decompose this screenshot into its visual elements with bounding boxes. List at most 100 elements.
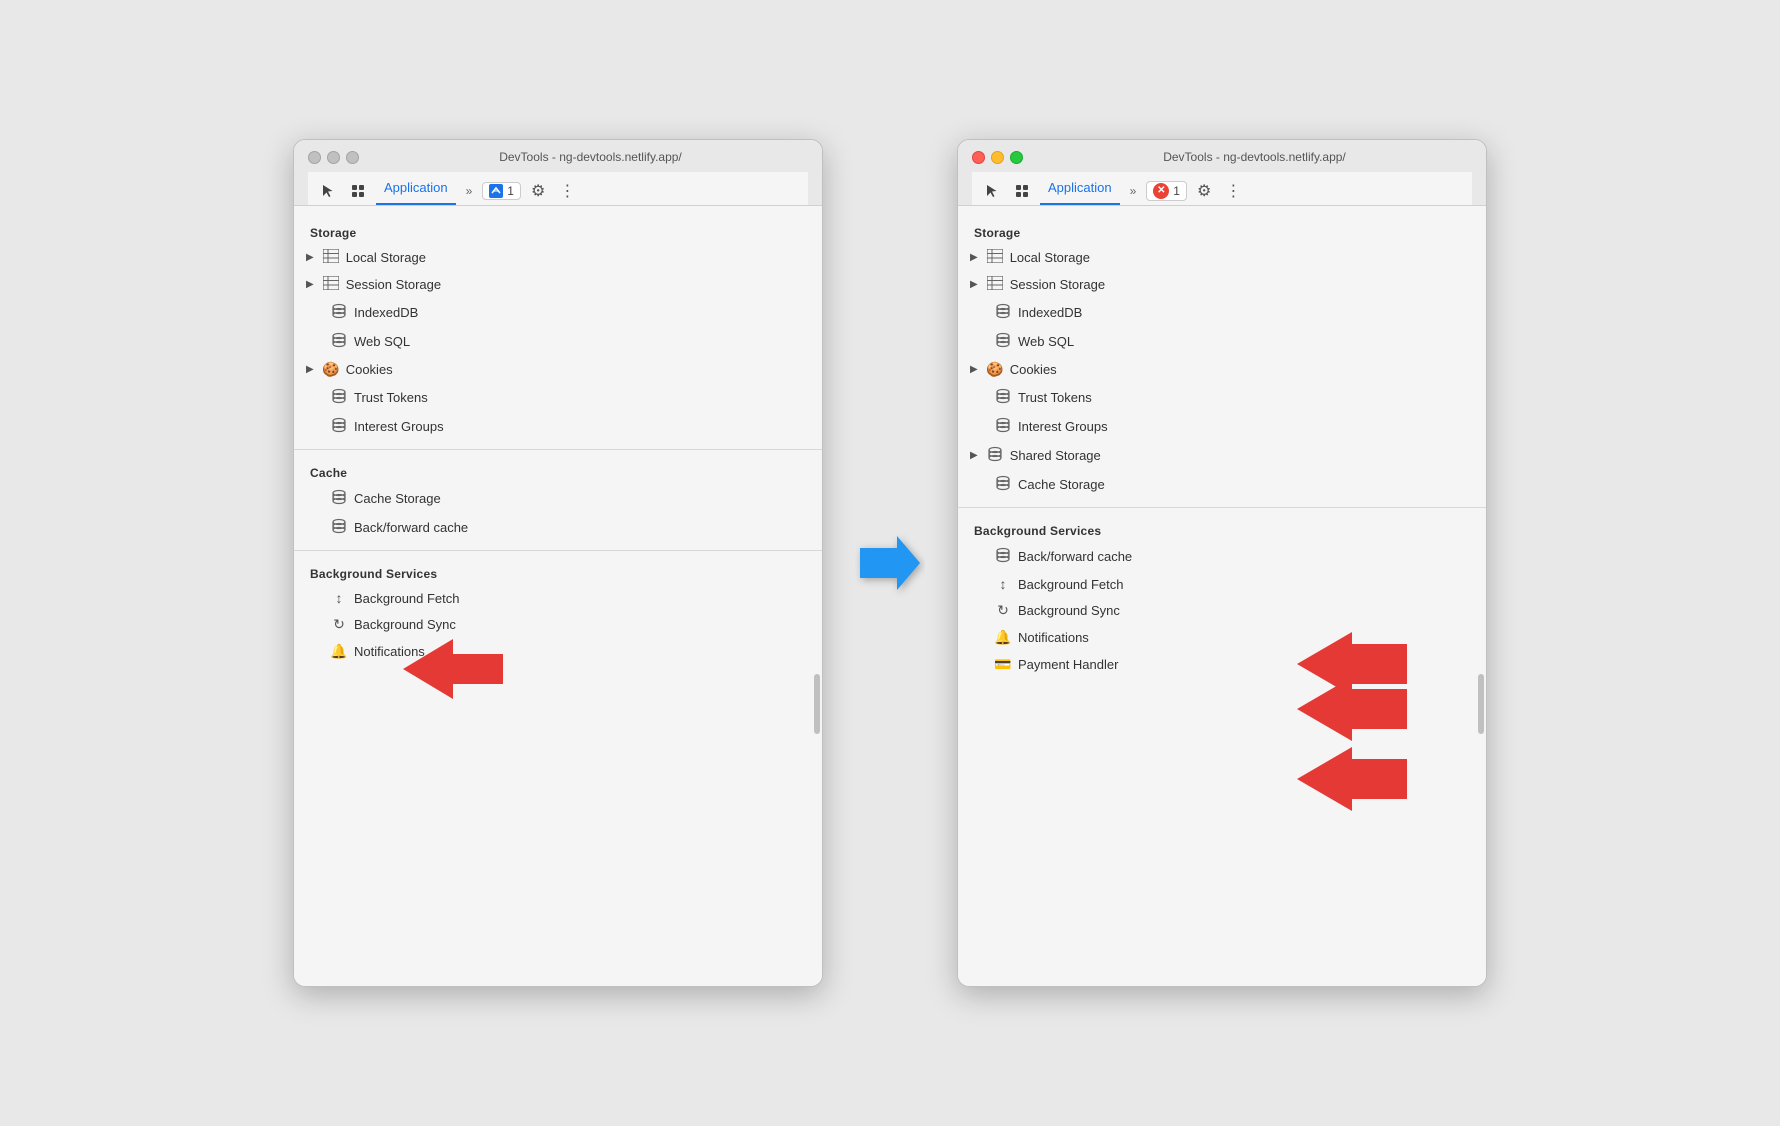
right-session-storage-icon [986, 276, 1004, 293]
right-back-forward-icon [994, 547, 1012, 566]
left-bg-fetch-label: Background Fetch [354, 591, 460, 606]
left-trust-tokens-icon [330, 388, 348, 407]
left-back-forward-item[interactable]: Back/forward cache [294, 513, 822, 542]
left-bg-sync-item[interactable]: ↻ Background Sync [294, 611, 822, 638]
left-local-storage-item[interactable]: ▶ Local Storage [294, 244, 822, 271]
right-maximize-button[interactable] [1010, 151, 1023, 164]
left-cookies-item[interactable]: ▶ 🍪 Cookies [294, 356, 822, 383]
right-shared-storage-item[interactable]: ▶ Shared Storage [958, 441, 1486, 470]
right-bg-fetch-item[interactable]: ↕ Background Fetch [958, 571, 1486, 597]
right-bg-sync-label: Background Sync [1018, 603, 1120, 618]
left-trust-tokens-item[interactable]: Trust Tokens [294, 383, 822, 412]
right-interest-groups-item[interactable]: Interest Groups [958, 412, 1486, 441]
right-local-storage-item[interactable]: ▶ Local Storage [958, 244, 1486, 271]
right-indexeddb-icon [994, 303, 1012, 322]
right-bg-services-label: Background Services [958, 516, 1486, 542]
left-web-sql-item[interactable]: Web SQL [294, 327, 822, 356]
left-back-forward-label: Back/forward cache [354, 520, 468, 535]
left-notifications-label: Notifications [354, 644, 425, 659]
left-layers-icon[interactable] [346, 179, 370, 203]
left-trust-tokens-label: Trust Tokens [354, 390, 428, 405]
right-title-bar: DevTools - ng-devtools.netlify.app/ Appl… [958, 140, 1486, 206]
left-window-container: DevTools - ng-devtools.netlify.app/ Appl… [293, 139, 823, 987]
right-scrollbar[interactable] [1476, 206, 1484, 986]
right-bg-sync-item[interactable]: ↻ Background Sync [958, 597, 1486, 624]
left-scrollbar-thumb[interactable] [814, 674, 820, 734]
right-chevron-icon[interactable]: » [1126, 182, 1141, 200]
right-traffic-lights [972, 151, 1023, 164]
right-cursor-icon[interactable] [980, 179, 1004, 203]
right-interest-groups-label: Interest Groups [1018, 419, 1108, 434]
right-back-forward-label: Back/forward cache [1018, 549, 1132, 564]
right-cookies-arrow: ▶ [970, 364, 978, 375]
right-scrollbar-thumb[interactable] [1478, 674, 1484, 734]
left-bg-sync-icon: ↻ [330, 616, 348, 633]
right-trust-tokens-item[interactable]: Trust Tokens [958, 383, 1486, 412]
left-session-storage-label: Session Storage [346, 277, 441, 292]
right-session-storage-arrow: ▶ [970, 279, 978, 290]
right-layers-icon[interactable] [1010, 179, 1034, 203]
left-local-storage-label: Local Storage [346, 250, 426, 265]
right-local-storage-arrow: ▶ [970, 252, 978, 263]
right-gear-icon[interactable]: ⚙ [1193, 179, 1215, 203]
left-cookies-icon: 🍪 [322, 361, 340, 378]
right-notifications-label: Notifications [1018, 630, 1089, 645]
right-payment-handler-item[interactable]: 💳 Payment Handler [958, 651, 1486, 678]
left-close-button[interactable] [308, 151, 321, 164]
left-gear-icon[interactable]: ⚙ [527, 179, 549, 203]
left-application-tab[interactable]: Application [376, 176, 456, 205]
right-trust-tokens-label: Trust Tokens [1018, 390, 1092, 405]
left-cookies-arrow: ▶ [306, 364, 314, 375]
right-cache-storage-icon [994, 475, 1012, 494]
left-window-title: DevTools - ng-devtools.netlify.app/ [373, 150, 808, 164]
left-indexeddb-item[interactable]: IndexedDB [294, 298, 822, 327]
right-session-storage-item[interactable]: ▶ Session Storage [958, 271, 1486, 298]
left-indexeddb-icon [330, 303, 348, 322]
left-badge[interactable]: 1 [482, 182, 521, 200]
right-indexeddb-label: IndexedDB [1018, 305, 1082, 320]
right-shared-storage-label: Shared Storage [1010, 448, 1101, 463]
left-bg-fetch-item[interactable]: ↕ Background Fetch [294, 585, 822, 611]
left-cache-storage-label: Cache Storage [354, 491, 441, 506]
left-web-sql-icon [330, 332, 348, 351]
left-cache-storage-item[interactable]: Cache Storage [294, 484, 822, 513]
right-close-button[interactable] [972, 151, 985, 164]
right-notifications-item[interactable]: 🔔 Notifications [958, 624, 1486, 651]
right-minimize-button[interactable] [991, 151, 1004, 164]
right-window-title: DevTools - ng-devtools.netlify.app/ [1037, 150, 1472, 164]
left-title-bar: DevTools - ng-devtools.netlify.app/ Appl… [294, 140, 822, 206]
left-title-bar-top: DevTools - ng-devtools.netlify.app/ [308, 150, 808, 164]
left-maximize-button[interactable] [346, 151, 359, 164]
right-dots-icon[interactable]: ⋮ [1221, 179, 1245, 203]
left-dots-icon[interactable]: ⋮ [555, 179, 579, 203]
left-bg-fetch-icon: ↕ [330, 590, 348, 606]
right-cookies-item[interactable]: ▶ 🍪 Cookies [958, 356, 1486, 383]
right-badge-count: 1 [1173, 184, 1180, 198]
right-cookies-icon: 🍪 [986, 361, 1004, 378]
right-devtools-window: DevTools - ng-devtools.netlify.app/ Appl… [957, 139, 1487, 987]
left-chevron-icon[interactable]: » [462, 182, 477, 200]
right-back-forward-item[interactable]: Back/forward cache [958, 542, 1486, 571]
right-bg-fetch-label: Background Fetch [1018, 577, 1124, 592]
right-indexeddb-item[interactable]: IndexedDB [958, 298, 1486, 327]
right-badge[interactable]: ✕ 1 [1146, 181, 1187, 201]
right-application-tab[interactable]: Application [1040, 176, 1120, 205]
right-cache-storage-item[interactable]: Cache Storage [958, 470, 1486, 499]
right-bg-fetch-icon: ↕ [994, 576, 1012, 592]
left-bg-services-label: Background Services [294, 559, 822, 585]
left-session-storage-item[interactable]: ▶ Session Storage [294, 271, 822, 298]
left-storage-label: Storage [294, 218, 822, 244]
left-divider-1 [294, 449, 822, 450]
left-minimize-button[interactable] [327, 151, 340, 164]
left-interest-groups-icon [330, 417, 348, 436]
left-toolbar: Application » 1 ⚙ ⋮ [308, 172, 808, 205]
blue-arrow-connector [855, 528, 925, 598]
left-scrollbar[interactable] [812, 206, 820, 986]
left-notifications-item[interactable]: 🔔 Notifications [294, 638, 822, 665]
right-payment-handler-label: Payment Handler [1018, 657, 1118, 672]
left-cache-label: Cache [294, 458, 822, 484]
left-notifications-icon: 🔔 [330, 643, 348, 660]
left-cursor-icon[interactable] [316, 179, 340, 203]
left-interest-groups-item[interactable]: Interest Groups [294, 412, 822, 441]
right-web-sql-item[interactable]: Web SQL [958, 327, 1486, 356]
